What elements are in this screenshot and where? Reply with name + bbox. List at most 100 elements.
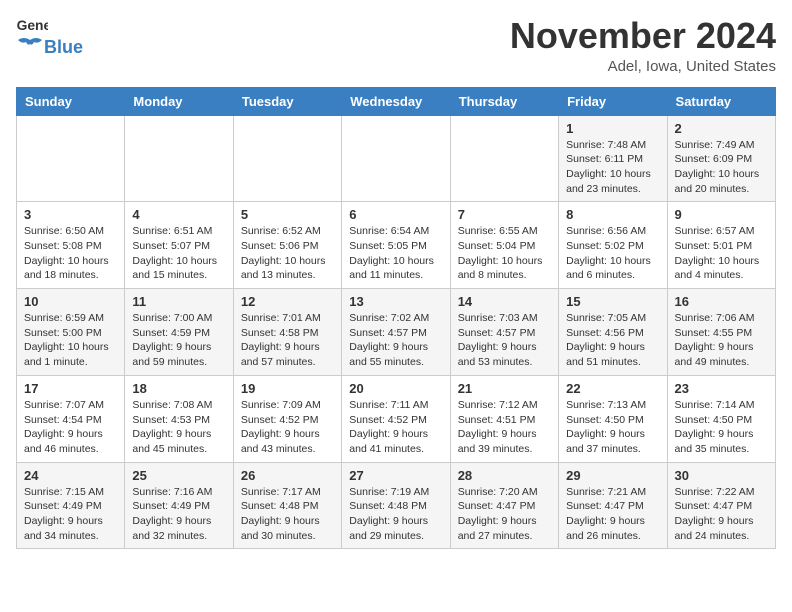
- day-number: 9: [675, 207, 768, 222]
- calendar-table: SundayMondayTuesdayWednesdayThursdayFrid…: [16, 87, 776, 550]
- day-cell: 16 Sunrise: 7:06 AM Sunset: 4:55 PM Dayli…: [667, 289, 775, 376]
- day-number: 28: [458, 468, 551, 483]
- day-cell: 28 Sunrise: 7:20 AM Sunset: 4:47 PM Dayli…: [450, 462, 558, 549]
- day-info: Sunrise: 7:01 AM Sunset: 4:58 PM Dayligh…: [241, 311, 334, 370]
- page-header: General Blue November 2024 Adel, Iowa, U…: [16, 16, 776, 75]
- day-info: Sunrise: 7:16 AM Sunset: 4:49 PM Dayligh…: [132, 485, 225, 544]
- day-cell: [17, 115, 125, 202]
- day-cell: 4 Sunrise: 6:51 AM Sunset: 5:07 PM Daylig…: [125, 202, 233, 289]
- weekday-header-thursday: Thursday: [450, 87, 558, 115]
- day-info: Sunrise: 7:20 AM Sunset: 4:47 PM Dayligh…: [458, 485, 551, 544]
- day-number: 17: [24, 381, 117, 396]
- month-title: November 2024: [510, 16, 776, 56]
- day-info: Sunrise: 6:52 AM Sunset: 5:06 PM Dayligh…: [241, 224, 334, 283]
- day-info: Sunrise: 7:22 AM Sunset: 4:47 PM Dayligh…: [675, 485, 768, 544]
- day-cell: [125, 115, 233, 202]
- day-cell: 1Sunrise: 7:48 AM Sunset: 6:11 PM Daylig…: [559, 115, 667, 202]
- day-info: Sunrise: 6:55 AM Sunset: 5:04 PM Dayligh…: [458, 224, 551, 283]
- day-info: Sunrise: 7:09 AM Sunset: 4:52 PM Dayligh…: [241, 398, 334, 457]
- day-number: 4: [132, 207, 225, 222]
- day-cell: 24Sunrise: 7:15 AM Sunset: 4:49 PM Dayli…: [17, 462, 125, 549]
- day-info: Sunrise: 7:02 AM Sunset: 4:57 PM Dayligh…: [349, 311, 442, 370]
- day-cell: 30 Sunrise: 7:22 AM Sunset: 4:47 PM Dayli…: [667, 462, 775, 549]
- weekday-header-monday: Monday: [125, 87, 233, 115]
- day-cell: [450, 115, 558, 202]
- day-number: 5: [241, 207, 334, 222]
- day-info: Sunrise: 7:19 AM Sunset: 4:48 PM Dayligh…: [349, 485, 442, 544]
- weekday-header-tuesday: Tuesday: [233, 87, 341, 115]
- day-cell: 6 Sunrise: 6:54 AM Sunset: 5:05 PM Daylig…: [342, 202, 450, 289]
- day-cell: 11 Sunrise: 7:00 AM Sunset: 4:59 PM Dayli…: [125, 289, 233, 376]
- day-number: 26: [241, 468, 334, 483]
- day-number: 30: [675, 468, 768, 483]
- week-row-3: 10 Sunrise: 6:59 AM Sunset: 5:00 PM Dayli…: [17, 289, 776, 376]
- location-title: Adel, Iowa, United States: [510, 58, 776, 75]
- day-number: 19: [241, 381, 334, 396]
- day-info: Sunrise: 7:14 AM Sunset: 4:50 PM Dayligh…: [675, 398, 768, 457]
- day-cell: 25 Sunrise: 7:16 AM Sunset: 4:49 PM Dayli…: [125, 462, 233, 549]
- day-cell: 26 Sunrise: 7:17 AM Sunset: 4:48 PM Dayli…: [233, 462, 341, 549]
- day-cell: 9 Sunrise: 6:57 AM Sunset: 5:01 PM Daylig…: [667, 202, 775, 289]
- day-info: Sunrise: 7:49 AM Sunset: 6:09 PM Dayligh…: [675, 138, 768, 197]
- day-number: 20: [349, 381, 442, 396]
- logo: General Blue: [16, 16, 83, 58]
- bird-icon: [16, 36, 44, 58]
- day-info: Sunrise: 7:17 AM Sunset: 4:48 PM Dayligh…: [241, 485, 334, 544]
- day-cell: 20 Sunrise: 7:11 AM Sunset: 4:52 PM Dayli…: [342, 375, 450, 462]
- day-number: 27: [349, 468, 442, 483]
- day-number: 29: [566, 468, 659, 483]
- weekday-header-sunday: Sunday: [17, 87, 125, 115]
- day-number: 6: [349, 207, 442, 222]
- day-cell: 13 Sunrise: 7:02 AM Sunset: 4:57 PM Dayli…: [342, 289, 450, 376]
- day-cell: 7 Sunrise: 6:55 AM Sunset: 5:04 PM Daylig…: [450, 202, 558, 289]
- day-number: 18: [132, 381, 225, 396]
- day-number: 11: [132, 294, 225, 309]
- day-cell: 29Sunrise: 7:21 AM Sunset: 4:47 PM Dayli…: [559, 462, 667, 549]
- week-row-5: 24Sunrise: 7:15 AM Sunset: 4:49 PM Dayli…: [17, 462, 776, 549]
- day-number: 16: [675, 294, 768, 309]
- day-cell: 15 Sunrise: 7:05 AM Sunset: 4:56 PM Dayli…: [559, 289, 667, 376]
- day-cell: 23 Sunrise: 7:14 AM Sunset: 4:50 PM Dayli…: [667, 375, 775, 462]
- day-cell: 12 Sunrise: 7:01 AM Sunset: 4:58 PM Dayli…: [233, 289, 341, 376]
- day-number: 10: [24, 294, 117, 309]
- day-info: Sunrise: 6:51 AM Sunset: 5:07 PM Dayligh…: [132, 224, 225, 283]
- day-number: 14: [458, 294, 551, 309]
- day-number: 7: [458, 207, 551, 222]
- day-number: 25: [132, 468, 225, 483]
- day-cell: 14 Sunrise: 7:03 AM Sunset: 4:57 PM Dayli…: [450, 289, 558, 376]
- day-info: Sunrise: 7:11 AM Sunset: 4:52 PM Dayligh…: [349, 398, 442, 457]
- day-cell: [233, 115, 341, 202]
- day-info: Sunrise: 6:57 AM Sunset: 5:01 PM Dayligh…: [675, 224, 768, 283]
- day-info: Sunrise: 7:07 AM Sunset: 4:54 PM Dayligh…: [24, 398, 117, 457]
- day-number: 13: [349, 294, 442, 309]
- week-row-1: 1Sunrise: 7:48 AM Sunset: 6:11 PM Daylig…: [17, 115, 776, 202]
- day-number: 15: [566, 294, 659, 309]
- day-number: 8: [566, 207, 659, 222]
- day-number: 23: [675, 381, 768, 396]
- weekday-header-friday: Friday: [559, 87, 667, 115]
- day-info: Sunrise: 7:12 AM Sunset: 4:51 PM Dayligh…: [458, 398, 551, 457]
- logo-blue-text: Blue: [44, 37, 83, 58]
- title-block: November 2024 Adel, Iowa, United States: [510, 16, 776, 75]
- day-info: Sunrise: 7:06 AM Sunset: 4:55 PM Dayligh…: [675, 311, 768, 370]
- day-cell: 22Sunrise: 7:13 AM Sunset: 4:50 PM Dayli…: [559, 375, 667, 462]
- day-cell: 21 Sunrise: 7:12 AM Sunset: 4:51 PM Dayli…: [450, 375, 558, 462]
- day-info: Sunrise: 7:48 AM Sunset: 6:11 PM Dayligh…: [566, 138, 659, 197]
- day-cell: 8 Sunrise: 6:56 AM Sunset: 5:02 PM Daylig…: [559, 202, 667, 289]
- day-info: Sunrise: 7:15 AM Sunset: 4:49 PM Dayligh…: [24, 485, 117, 544]
- svg-text:General: General: [17, 17, 48, 33]
- day-number: 22: [566, 381, 659, 396]
- day-info: Sunrise: 6:59 AM Sunset: 5:00 PM Dayligh…: [24, 311, 117, 370]
- day-cell: 18Sunrise: 7:08 AM Sunset: 4:53 PM Dayli…: [125, 375, 233, 462]
- week-row-4: 17 Sunrise: 7:07 AM Sunset: 4:54 PM Dayli…: [17, 375, 776, 462]
- day-info: Sunrise: 6:54 AM Sunset: 5:05 PM Dayligh…: [349, 224, 442, 283]
- day-number: 12: [241, 294, 334, 309]
- day-info: Sunrise: 6:56 AM Sunset: 5:02 PM Dayligh…: [566, 224, 659, 283]
- day-cell: 5 Sunrise: 6:52 AM Sunset: 5:06 PM Daylig…: [233, 202, 341, 289]
- day-cell: 19 Sunrise: 7:09 AM Sunset: 4:52 PM Dayli…: [233, 375, 341, 462]
- day-info: Sunrise: 7:05 AM Sunset: 4:56 PM Dayligh…: [566, 311, 659, 370]
- day-info: Sunrise: 6:50 AM Sunset: 5:08 PM Dayligh…: [24, 224, 117, 283]
- day-info: Sunrise: 7:00 AM Sunset: 4:59 PM Dayligh…: [132, 311, 225, 370]
- day-info: Sunrise: 7:03 AM Sunset: 4:57 PM Dayligh…: [458, 311, 551, 370]
- day-number: 21: [458, 381, 551, 396]
